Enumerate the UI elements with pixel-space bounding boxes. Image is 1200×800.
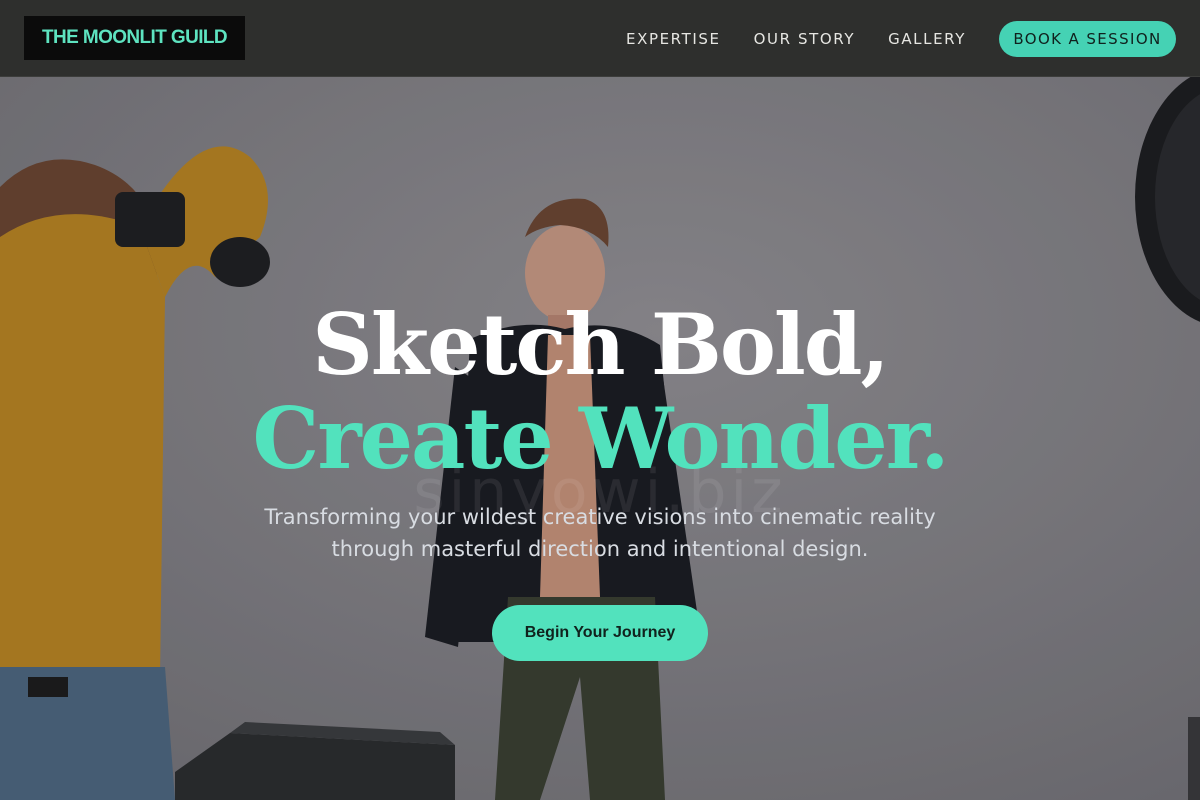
begin-journey-button[interactable]: Begin Your Journey — [492, 605, 708, 661]
hero-subheadline: Transforming your wildest creative visio… — [264, 505, 936, 561]
hero-headline-line2: Create Wonder. — [252, 389, 949, 488]
nav-link-our-story[interactable]: OUR STORY — [754, 30, 856, 48]
nav-link-expertise[interactable]: EXPERTISE — [626, 30, 721, 48]
main-nav: EXPERTISE OUR STORY GALLERY BOOK A SESSI… — [626, 0, 1176, 77]
hero-section: sinyowi.biz Sketch Bold, Create Wonder. … — [0, 77, 1200, 800]
site-header: THE MOONLIT GUILD EXPERTISE OUR STORY GA… — [0, 0, 1200, 77]
nav-link-gallery[interactable]: GALLERY — [888, 30, 966, 48]
book-session-button[interactable]: BOOK A SESSION — [999, 20, 1176, 57]
site-logo[interactable]: THE MOONLIT GUILD — [24, 16, 245, 60]
hero-headline-line1: Sketch Bold, — [312, 295, 889, 394]
hero-content: Sketch Bold, Create Wonder. Transforming… — [0, 77, 1200, 800]
